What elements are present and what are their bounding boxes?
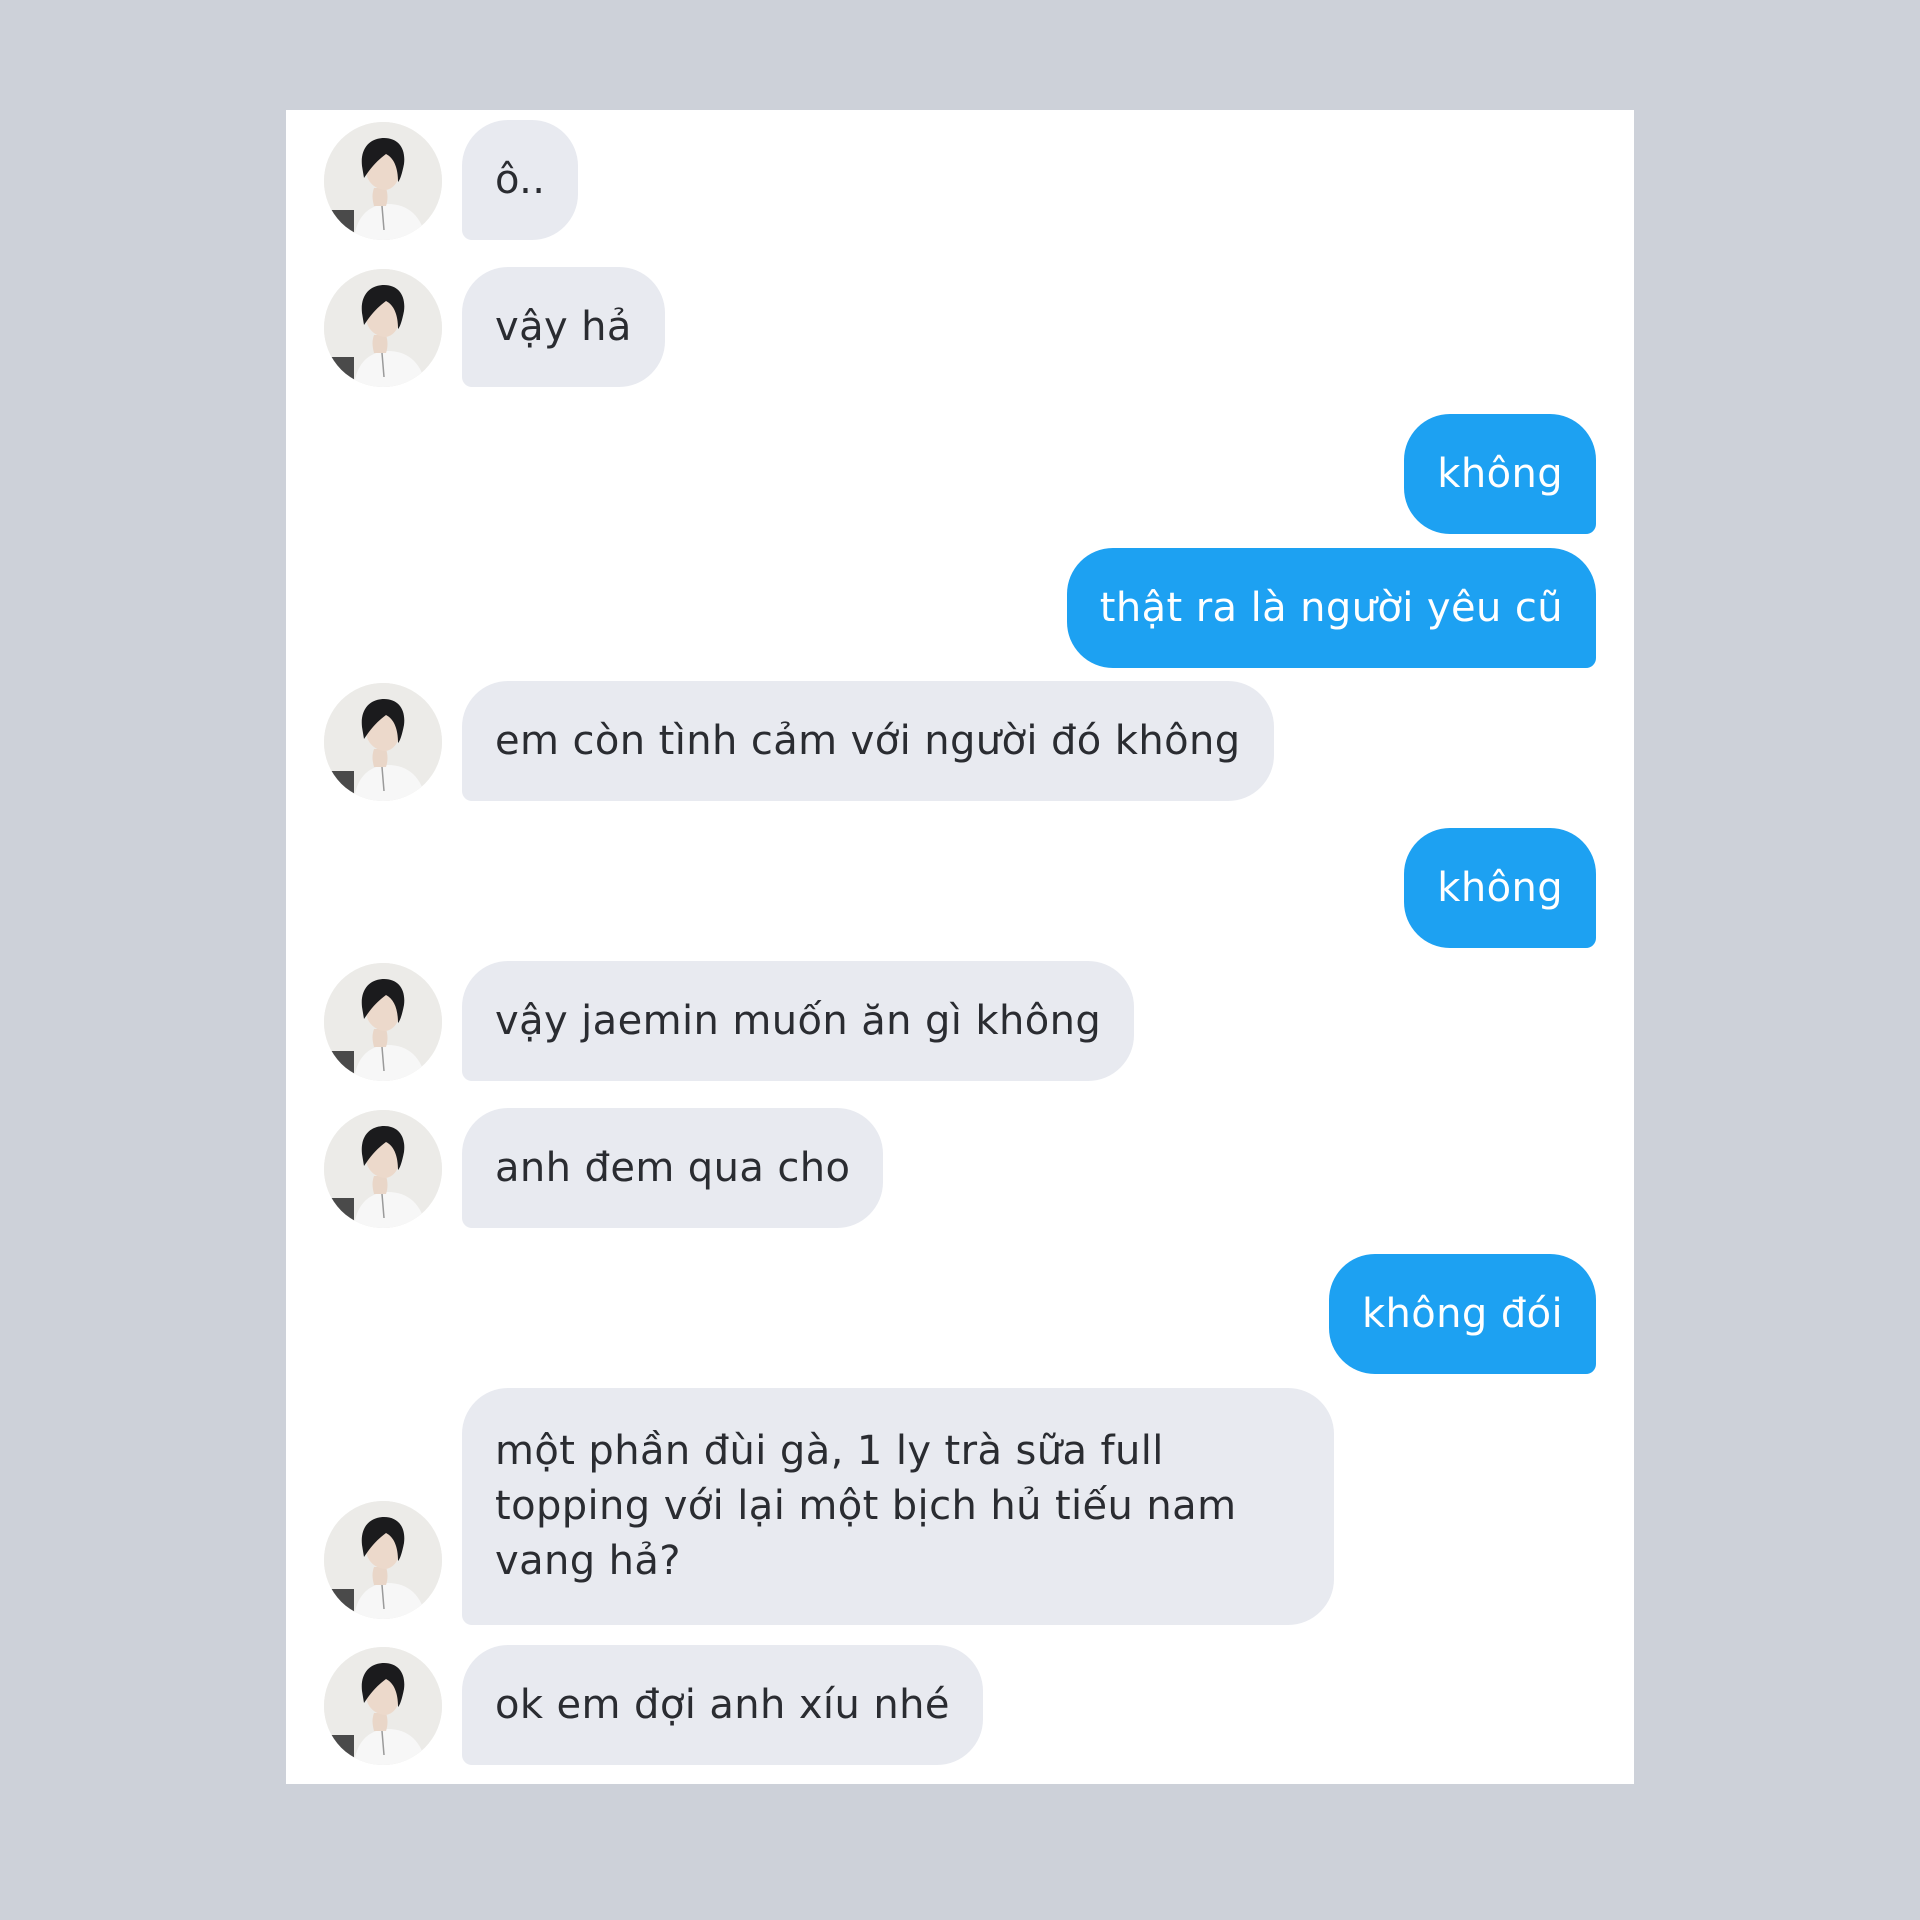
message-bubble[interactable]: em còn tình cảm với người đó không [462, 681, 1274, 801]
message-incoming: ô.. [286, 120, 1634, 240]
avatar-photo-icon[interactable] [324, 963, 442, 1081]
message-bubble[interactable]: không [1404, 828, 1596, 948]
avatar-photo-icon[interactable] [324, 1110, 442, 1228]
message-bubble[interactable]: không [1404, 414, 1596, 534]
message-outgoing: thật ra là người yêu cũ [286, 548, 1634, 668]
message-bubble[interactable]: ô.. [462, 120, 579, 240]
message-bubble[interactable]: anh đem qua cho [462, 1108, 884, 1228]
message-incoming: em còn tình cảm với người đó không [286, 681, 1634, 801]
message-incoming: vậy hả [286, 267, 1634, 387]
avatar-photo-icon[interactable] [324, 269, 442, 387]
avatar-photo-icon[interactable] [324, 1647, 442, 1765]
message-outgoing: không [286, 414, 1634, 534]
avatar-photo-icon[interactable] [324, 122, 442, 240]
message-incoming: anh đem qua cho [286, 1108, 1634, 1228]
message-bubble[interactable]: ok em đợi anh xíu nhé [462, 1645, 983, 1765]
avatar-photo-icon[interactable] [324, 683, 442, 801]
message-outgoing: không đói [286, 1254, 1634, 1374]
message-bubble[interactable]: không đói [1328, 1254, 1596, 1374]
chat-panel: ô.. vậy hả không thật ra là người yêu cũ… [286, 110, 1634, 1784]
message-incoming: ok em đợi anh xíu nhé [286, 1645, 1634, 1765]
message-outgoing: không [286, 828, 1634, 948]
message-bubble[interactable]: vậy hả [462, 267, 665, 387]
message-bubble[interactable]: một phần đùi gà, 1 ly trà sữa full toppi… [462, 1388, 1334, 1625]
message-incoming: một phần đùi gà, 1 ly trà sữa full toppi… [286, 1388, 1634, 1625]
avatar-photo-icon[interactable] [324, 1501, 442, 1619]
message-bubble[interactable]: vậy jaemin muốn ăn gì không [462, 961, 1135, 1081]
message-bubble[interactable]: thật ra là người yêu cũ [1066, 548, 1596, 668]
message-incoming: vậy jaemin muốn ăn gì không [286, 961, 1634, 1081]
